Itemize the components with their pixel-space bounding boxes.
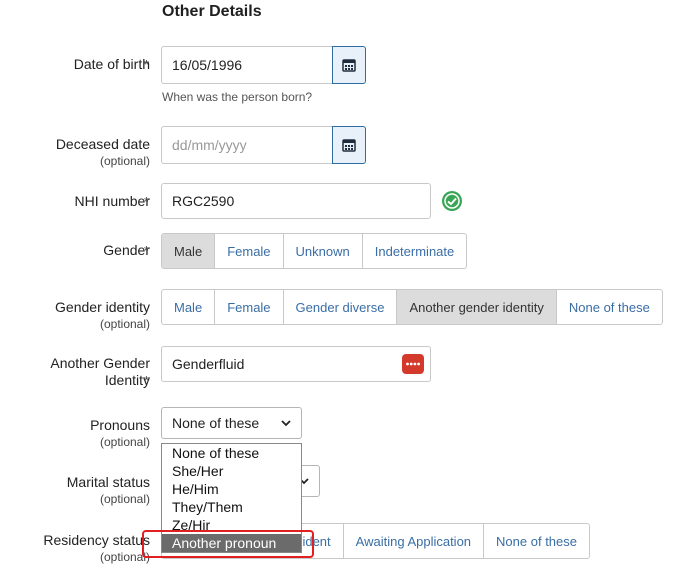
gender-identity-option-male[interactable]: Male xyxy=(162,290,216,324)
dob-calendar-button[interactable] xyxy=(332,46,366,84)
gender-option-indeterminate[interactable]: Indeterminate xyxy=(363,234,466,268)
deceased-optional: (optional) xyxy=(99,154,150,168)
gender-identity-option-none[interactable]: None of these xyxy=(557,290,662,324)
another-gender-required-mark: * xyxy=(144,373,150,388)
gender-identity-option-another[interactable]: Another gender identity xyxy=(397,290,557,324)
password-manager-icon[interactable] xyxy=(402,354,424,374)
annotation-highlight-box xyxy=(142,530,314,558)
deceased-input[interactable]: dd/mm/yyyy xyxy=(161,126,332,164)
residency-option-awaiting[interactable]: Awaiting Application xyxy=(344,524,485,558)
gender-identity-optional: (optional) xyxy=(99,317,150,331)
dob-required-mark: * xyxy=(144,57,150,72)
deceased-calendar-button[interactable] xyxy=(332,126,366,164)
pronouns-select-value: None of these xyxy=(172,415,260,431)
residency-optional: (optional) xyxy=(99,550,150,564)
dob-date-group: 16/05/1996 xyxy=(161,46,366,84)
gender-identity-option-female[interactable]: Female xyxy=(215,290,284,324)
gender-label: Gender xyxy=(103,242,150,258)
gender-identity-label: Gender identity (optional) xyxy=(55,299,150,331)
pronouns-option[interactable]: She/Her xyxy=(162,462,301,480)
section-title: Other Details xyxy=(162,3,262,20)
pronouns-option[interactable]: He/Him xyxy=(162,480,301,498)
marital-label: Marital status (optional) xyxy=(66,474,150,506)
residency-label: Residency status (optional) xyxy=(43,532,150,564)
calendar-icon xyxy=(342,59,356,72)
marital-optional: (optional) xyxy=(99,492,150,506)
dob-label: Date of birth xyxy=(73,56,150,72)
another-gender-label: Another Gender Identity xyxy=(50,355,150,388)
gender-required-mark: * xyxy=(144,243,150,258)
gender-option-unknown[interactable]: Unknown xyxy=(284,234,363,268)
valid-check-icon xyxy=(442,191,462,211)
nhi-required-mark: * xyxy=(144,194,150,209)
pronouns-option[interactable]: They/Them xyxy=(162,498,301,516)
another-gender-input[interactable]: Genderfluid xyxy=(161,346,431,382)
pronouns-option[interactable]: None of these xyxy=(162,444,301,462)
pronouns-select[interactable]: None of these xyxy=(161,407,302,439)
deceased-date-group: dd/mm/yyyy xyxy=(161,126,366,164)
residency-option-none[interactable]: None of these xyxy=(484,524,589,558)
nhi-label: NHI number xyxy=(74,193,150,209)
pronouns-optional: (optional) xyxy=(99,435,150,449)
gender-identity-option-diverse[interactable]: Gender diverse xyxy=(284,290,398,324)
chevron-down-icon xyxy=(281,419,291,426)
dob-hint: When was the person born? xyxy=(162,90,313,104)
dob-input[interactable]: 16/05/1996 xyxy=(161,46,332,84)
gender-identity-segmented: Male Female Gender diverse Another gende… xyxy=(161,289,663,325)
nhi-input[interactable]: RGC2590 xyxy=(161,183,431,219)
deceased-label: Deceased date (optional) xyxy=(55,136,150,168)
gender-option-male[interactable]: Male xyxy=(162,234,216,268)
pronouns-label: Pronouns (optional) xyxy=(90,417,150,449)
gender-option-female[interactable]: Female xyxy=(215,234,284,268)
gender-segmented: Male Female Unknown Indeterminate xyxy=(161,233,468,269)
more-dots-icon xyxy=(406,362,420,366)
calendar-icon xyxy=(342,139,356,152)
